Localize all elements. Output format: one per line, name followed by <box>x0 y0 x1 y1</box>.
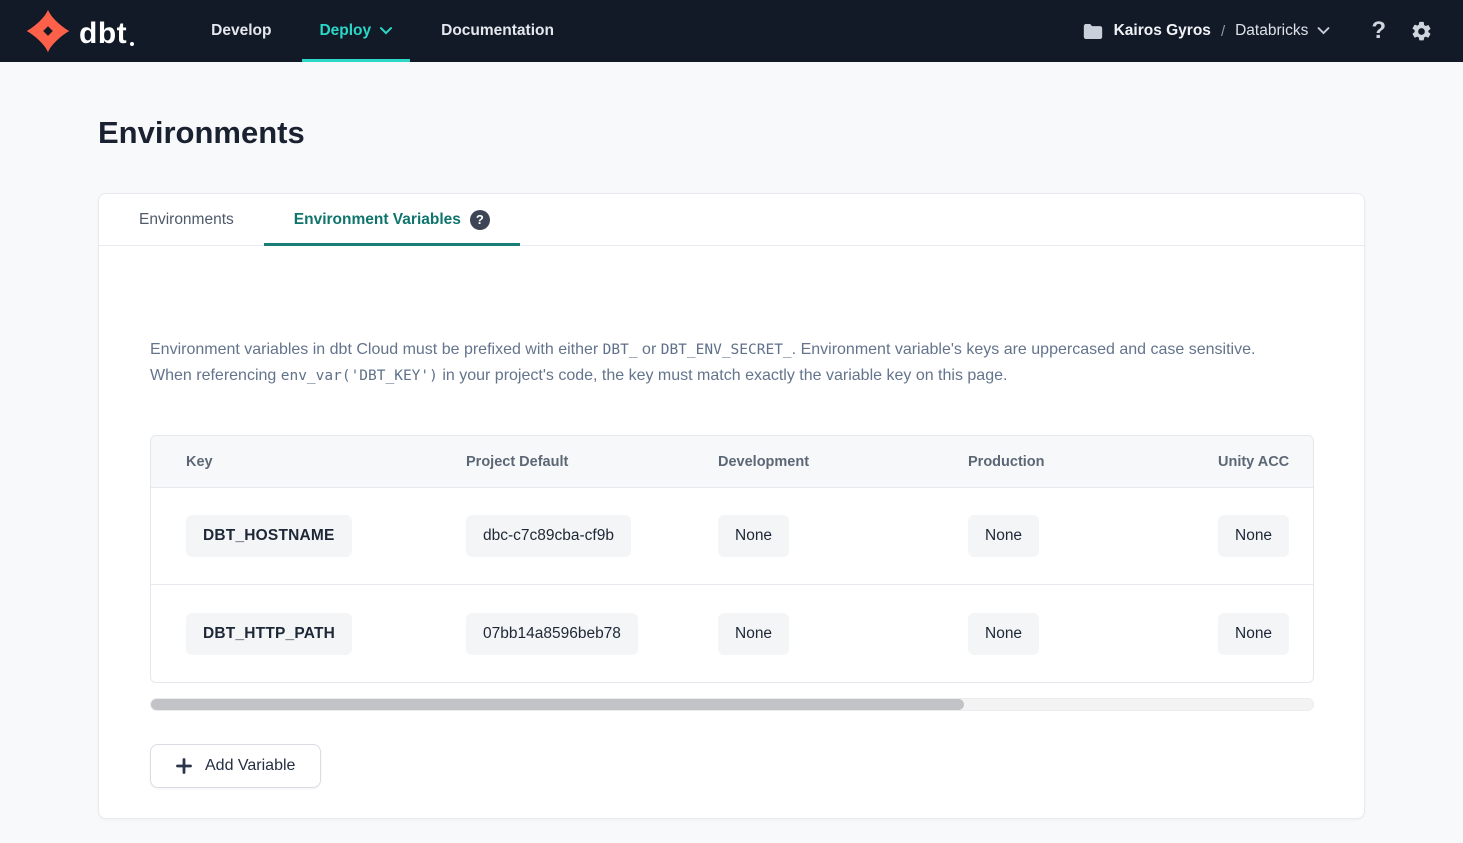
nav-item-documentation[interactable]: Documentation <box>424 0 571 62</box>
env-var-production-value[interactable]: None <box>968 613 1039 655</box>
tab-environments[interactable]: Environments <box>109 194 264 245</box>
breadcrumb-separator: / <box>1221 23 1225 40</box>
main-content: Environments Environments Environment Va… <box>0 115 1463 819</box>
nav-item-deploy[interactable]: Deploy <box>302 0 410 62</box>
folder-icon <box>1083 23 1103 40</box>
col-header-production: Production <box>933 454 1183 470</box>
tab-panel-environment-variables: Environment variables in dbt Cloud must … <box>99 246 1364 818</box>
dbt-logo-icon <box>26 9 70 53</box>
env-var-key[interactable]: DBT_HTTP_PATH <box>186 613 352 655</box>
env-var-development-value[interactable]: None <box>718 515 789 557</box>
chevron-down-icon <box>1316 26 1331 36</box>
env-var-project-default[interactable]: dbc-c7c89cba-cf9b <box>466 515 631 557</box>
tab-environment-variables[interactable]: Environment Variables ? <box>264 194 520 245</box>
env-var-key[interactable]: DBT_HOSTNAME <box>186 515 352 557</box>
env-var-unity-acc-value[interactable]: None <box>1218 515 1289 557</box>
table-row: DBT_HTTP_PATH 07bb14a8596beb78 None None… <box>151 585 1314 682</box>
tab-bar: Environments Environment Variables ? <box>99 194 1364 246</box>
nav-links: Develop Deploy Documentation <box>194 0 571 62</box>
code-dbt-env-secret-prefix: DBT_ENV_SECRET_ <box>661 342 792 358</box>
dbt-logo[interactable]: dbt <box>26 9 134 53</box>
table-header-row: Key Project Default Development Producti… <box>151 436 1314 488</box>
env-var-development-value[interactable]: None <box>718 613 789 655</box>
env-var-table: Key Project Default Development Producti… <box>150 435 1314 683</box>
nav-account-area: Kairos Gyros / Databricks ? <box>1083 17 1433 45</box>
gear-icon[interactable] <box>1410 20 1433 43</box>
plus-icon <box>176 758 192 774</box>
page-title: Environments <box>98 115 1365 151</box>
environments-card: Environments Environment Variables ? Env… <box>98 193 1365 819</box>
brand-wordmark: dbt <box>79 15 134 53</box>
help-button[interactable]: ? <box>1371 17 1386 45</box>
add-variable-button[interactable]: Add Variable <box>150 744 321 788</box>
env-var-description: Environment variables in dbt Cloud must … <box>150 337 1313 389</box>
col-header-project-default: Project Default <box>431 454 683 470</box>
account-project-name[interactable]: Kairos Gyros <box>1114 22 1211 40</box>
table-row: DBT_HOSTNAME dbc-c7c89cba-cf9b None None… <box>151 488 1314 585</box>
environment-selector[interactable]: Databricks <box>1235 22 1331 40</box>
nav-item-develop[interactable]: Develop <box>194 0 288 62</box>
add-variable-label: Add Variable <box>205 757 295 775</box>
code-env-var-example: env_var('DBT_KEY') <box>281 368 438 384</box>
table-horizontal-scrollbar[interactable] <box>150 698 1314 711</box>
col-header-development: Development <box>683 454 933 470</box>
col-header-key: Key <box>151 454 431 470</box>
code-dbt-prefix: DBT_ <box>603 342 638 358</box>
circle-question-icon[interactable]: ? <box>470 210 490 230</box>
top-nav: dbt Develop Deploy Documentation Kairos … <box>0 0 1463 62</box>
env-var-unity-acc-value[interactable]: None <box>1218 613 1289 655</box>
env-var-production-value[interactable]: None <box>968 515 1039 557</box>
chevron-down-icon <box>379 26 393 36</box>
env-var-project-default[interactable]: 07bb14a8596beb78 <box>466 613 638 655</box>
scrollbar-thumb[interactable] <box>151 699 964 710</box>
environment-selector-value: Databricks <box>1235 22 1308 40</box>
col-header-unity-acc: Unity ACC <box>1183 454 1314 470</box>
